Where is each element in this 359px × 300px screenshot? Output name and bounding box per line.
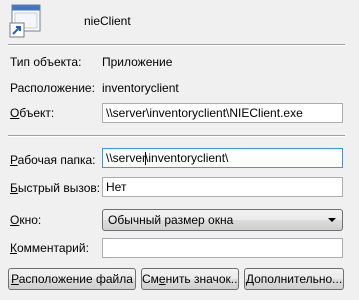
chevron-down-icon — [328, 218, 336, 222]
target-label: Объект: — [10, 106, 54, 120]
run-label-accesskey: О — [10, 213, 20, 227]
open-file-location-button[interactable]: Расположение файла — [8, 268, 136, 290]
comment-input[interactable] — [102, 238, 343, 258]
hotkey-label-text: ыстрый вызов: — [17, 181, 101, 195]
run-label-text: кно: — [19, 213, 42, 227]
divider — [8, 135, 345, 137]
start-in-label: Рабочая папка: — [10, 153, 96, 167]
shortcut-name: nieClient — [84, 14, 131, 28]
comment-label-accesskey: К — [10, 241, 17, 255]
start-in-label-text: абочая папка: — [17, 153, 96, 167]
comment-label: Комментарий: — [10, 241, 89, 255]
button-accesskey: е — [158, 272, 166, 286]
button-accesskey: Д — [245, 272, 255, 286]
start-in-value-part: \\server — [106, 151, 147, 165]
button-label: ополнительно... — [254, 272, 343, 286]
divider — [8, 44, 345, 46]
target-input[interactable]: \\server\inventoryclient\NIEClient.exe — [102, 103, 343, 123]
application-shortcut-icon — [9, 4, 43, 38]
location-label: Расположение: — [10, 81, 95, 95]
run-mode-value: Обычный размер окна — [108, 213, 234, 227]
start-in-value-part: \inventoryclient\ — [145, 151, 229, 165]
location-value: inventoryclient — [102, 81, 179, 95]
target-label-text: бъект: — [19, 106, 55, 120]
comment-label-text: омментарий: — [17, 241, 89, 255]
hotkey-label: Быстрый вызов: — [10, 181, 100, 195]
hotkey-input[interactable]: Нет — [102, 177, 343, 197]
hotkey-label-accesskey: Б — [10, 181, 18, 195]
run-mode-select[interactable]: Обычный размер окна — [102, 209, 343, 231]
start-in-input[interactable]: \\server\inventoryclient\ — [102, 148, 343, 168]
run-label: Окно: — [10, 213, 41, 227]
start-in-label-accesskey: Р — [10, 153, 18, 167]
advanced-button[interactable]: Дополнительно... — [244, 268, 344, 290]
change-icon-button[interactable]: Сменить значок... — [141, 268, 239, 290]
target-label-accesskey: О — [10, 106, 20, 120]
object-type-label: Тип объекта: — [10, 55, 82, 69]
button-label: нить значок... — [165, 272, 239, 286]
object-type-value: Приложение — [102, 55, 173, 69]
button-label: См — [142, 272, 159, 286]
button-accesskey: Р — [11, 272, 19, 286]
button-label: асположение файла — [18, 272, 133, 286]
